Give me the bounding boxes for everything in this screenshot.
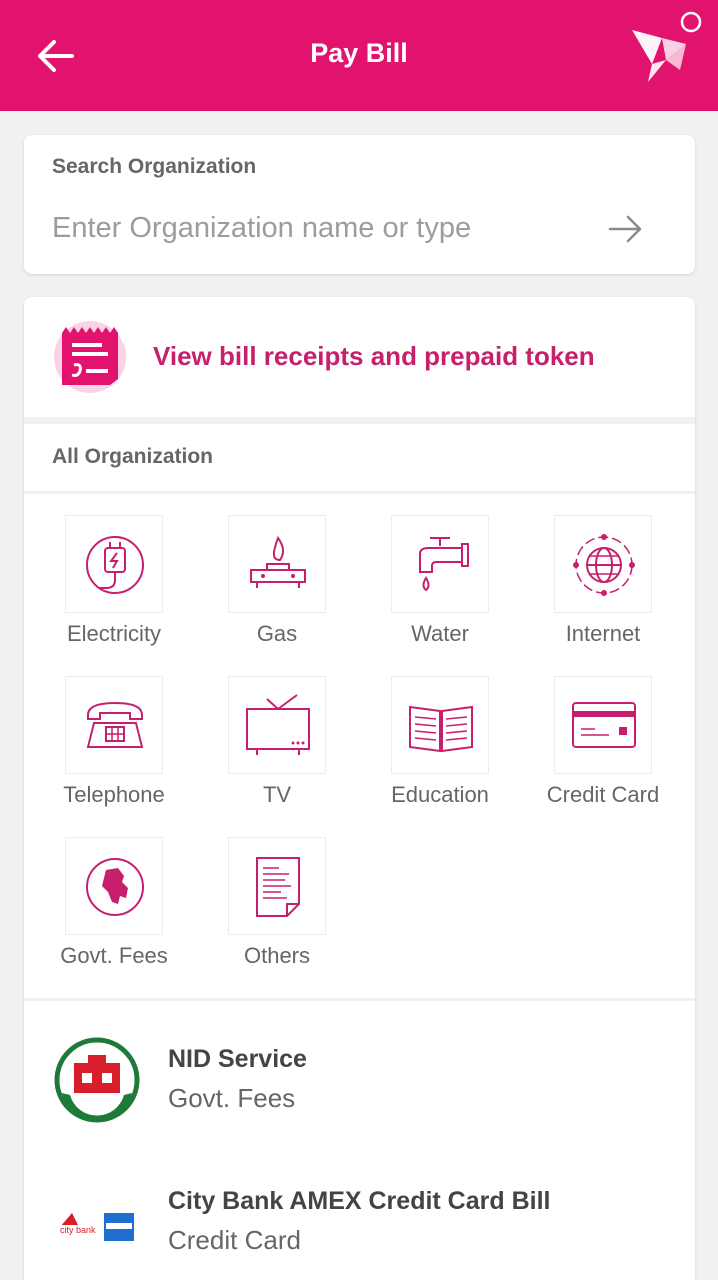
search-input[interactable] <box>52 205 612 251</box>
category-tile <box>228 676 326 774</box>
category-tile <box>65 837 163 935</box>
organization-name: City Bank AMEX Credit Card Bill <box>168 1187 551 1215</box>
page-title: Pay Bill <box>310 38 408 68</box>
search-submit-button[interactable] <box>606 209 646 249</box>
app-header: Pay Bill <box>0 0 718 111</box>
category-water[interactable]: Water <box>365 515 515 665</box>
category-govt-fees[interactable]: Govt. Fees <box>39 837 189 987</box>
organization-item-city-bank-amex[interactable]: city bank City Bank AMEX Credit Card Bil… <box>24 1163 695 1280</box>
category-tile <box>228 515 326 613</box>
category-tv[interactable]: TV <box>202 676 352 826</box>
category-tile <box>65 676 163 774</box>
divider <box>24 998 695 1001</box>
view-receipts-label: View bill receipts and prepaid token <box>153 341 595 371</box>
search-label: Search Organization <box>52 155 257 178</box>
category-label: Others <box>243 943 311 968</box>
category-label: Telephone <box>63 782 165 807</box>
election-commission-logo-icon <box>54 1037 140 1123</box>
category-label: Internet <box>565 621 641 646</box>
category-telephone[interactable]: Telephone <box>39 676 189 826</box>
all-organization-title: All Organization <box>52 445 214 468</box>
organization-item-nid-service[interactable]: NID Service Govt. Fees <box>24 1021 695 1141</box>
category-gas[interactable]: Gas <box>202 515 352 665</box>
category-label: Water <box>411 621 469 646</box>
category-label: Credit Card <box>546 782 660 807</box>
education-icon <box>409 705 473 753</box>
category-credit-card[interactable]: Credit Card <box>528 676 678 826</box>
organization-name: NID Service <box>168 1045 307 1073</box>
category-electricity[interactable]: Electricity <box>39 515 189 665</box>
divider <box>24 491 695 494</box>
category-label: Education <box>391 782 489 807</box>
govt-fees-icon <box>86 858 144 916</box>
view-receipts-link[interactable]: View bill receipts and prepaid token <box>24 297 695 417</box>
divider <box>24 417 695 424</box>
gas-icon <box>250 535 306 588</box>
category-tile <box>228 837 326 935</box>
category-education[interactable]: Education <box>365 676 515 826</box>
category-label: Electricity <box>66 621 162 646</box>
category-others[interactable]: Others <box>202 837 352 987</box>
organization-category: Credit Card <box>168 1225 301 1255</box>
credit-card-icon <box>572 702 636 748</box>
water-icon <box>419 537 469 592</box>
tv-icon <box>246 694 310 755</box>
category-internet[interactable]: Internet <box>528 515 678 665</box>
telephone-icon <box>86 701 144 748</box>
internet-icon <box>573 534 635 596</box>
category-tile <box>554 515 652 613</box>
city-bank-amex-logo-icon: city bank <box>54 1179 140 1265</box>
category-label: Gas <box>256 621 298 646</box>
category-label: Govt. Fees <box>60 943 168 968</box>
arrow-right-icon <box>608 215 642 243</box>
electricity-icon <box>86 536 144 594</box>
receipt-icon <box>52 319 128 395</box>
bkash-logo-icon <box>624 8 710 88</box>
svg-text:city bank: city bank <box>60 1225 96 1235</box>
organizations-card: View bill receipts and prepaid token All… <box>24 297 695 1280</box>
category-tile <box>391 676 489 774</box>
search-card: Search Organization <box>24 135 695 274</box>
category-tile <box>65 515 163 613</box>
category-tile <box>391 515 489 613</box>
organization-category: Govt. Fees <box>168 1083 296 1113</box>
category-label: TV <box>262 782 292 807</box>
others-icon <box>256 857 300 917</box>
category-tile <box>554 676 652 774</box>
